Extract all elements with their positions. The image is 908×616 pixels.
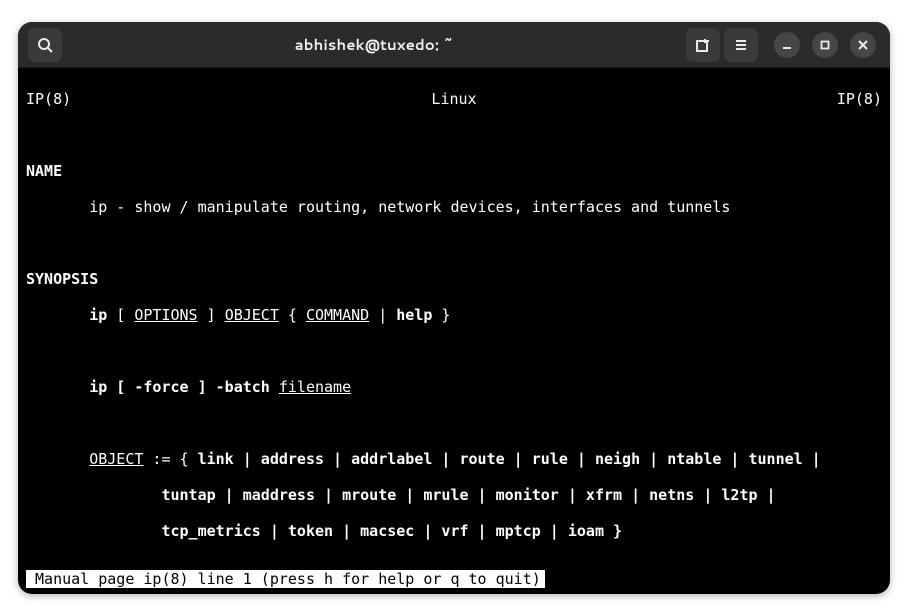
- titlebar: abhishek@tuxedo: ~: [18, 22, 890, 68]
- man-header-left: IP(8): [26, 90, 71, 108]
- section-name-header: NAME: [26, 162, 882, 180]
- terminal-content[interactable]: IP(8)LinuxIP(8) NAME ip - show / manipul…: [18, 68, 890, 594]
- blank-line: [26, 234, 882, 252]
- terminal-window: abhishek@tuxedo: ~ IP(8)LinuxIP(8) NAME …: [18, 22, 890, 594]
- man-header-right: IP(8): [837, 90, 882, 108]
- window-title: abhishek@tuxedo: ~: [64, 34, 684, 55]
- name-line: ip - show / manipulate routing, network …: [26, 198, 882, 216]
- hamburger-menu-button[interactable]: [724, 28, 758, 62]
- new-tab-button[interactable]: [686, 28, 720, 62]
- blank-line: [26, 342, 882, 360]
- synopsis-line-2: ip [ -force ] -batch filename: [26, 378, 882, 396]
- blank-line: [26, 126, 882, 144]
- man-status-line: Manual page ip(8) line 1 (press h for he…: [26, 570, 545, 588]
- maximize-button[interactable]: [812, 32, 838, 58]
- object-line-1: OBJECT := { link | address | addrlabel |…: [26, 450, 882, 468]
- object-line-2: tuntap | maddress | mroute | mrule | mon…: [26, 486, 882, 504]
- search-button[interactable]: [28, 28, 62, 62]
- minimize-button[interactable]: [774, 32, 800, 58]
- man-header-row: IP(8)LinuxIP(8): [26, 90, 882, 108]
- close-button[interactable]: [850, 32, 876, 58]
- section-synopsis-header: SYNOPSIS: [26, 270, 882, 288]
- object-line-3: tcp_metrics | token | macsec | vrf | mpt…: [26, 522, 882, 540]
- blank-line: [26, 414, 882, 432]
- man-header-center: Linux: [71, 90, 837, 108]
- synopsis-line-1: ip [ OPTIONS ] OBJECT { COMMAND | help }: [26, 306, 882, 324]
